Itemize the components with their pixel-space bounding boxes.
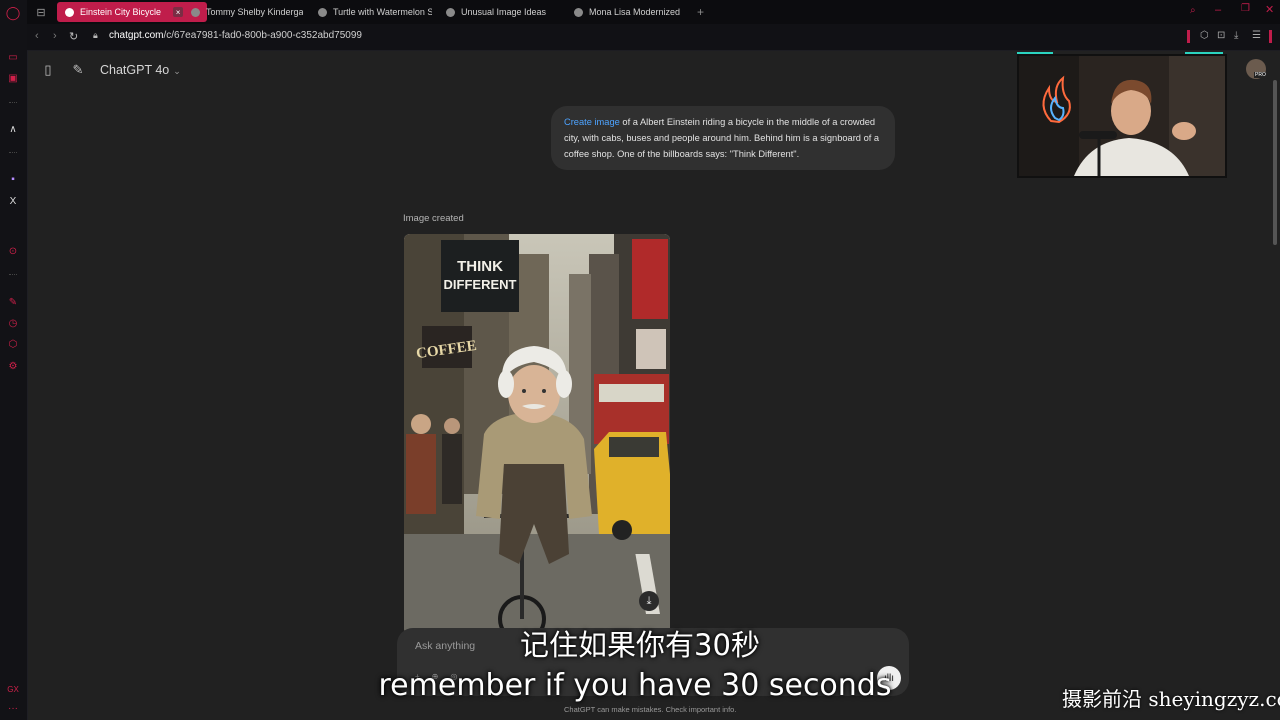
sidebar-divider [9, 152, 17, 155]
url-path: /c/67ea7981-fad0-800b-a900-c352abd75099 [163, 30, 362, 41]
einstein-bicycle-illustration: THINK DIFFERENT COFFEE [404, 234, 670, 634]
download-image-button[interactable]: ⤓ [639, 591, 659, 611]
sidebar-edit-icon[interactable]: ✎ [6, 295, 20, 309]
presenter-video [1019, 56, 1225, 176]
sidebar-more-icon[interactable]: ··· [6, 701, 20, 715]
tab-favicon-icon [574, 7, 583, 17]
tab-island-icon[interactable]: ⊟ [33, 4, 49, 20]
cube-icon[interactable]: ⬡ [1200, 30, 1209, 41]
menu-icon[interactable]: ☰ [1252, 30, 1261, 41]
sidebar-player-icon[interactable]: ⊙ [6, 244, 20, 258]
url-field[interactable]: chatgpt.com/c/67ea7981-fad0-800b-a900-c3… [109, 30, 362, 41]
create-image-link[interactable]: Create image [564, 117, 620, 127]
sidebar-box-icon[interactable]: ⬡ [6, 337, 20, 351]
subtitle-chinese: 记住如果你有30秒 [520, 628, 760, 662]
tab-label: Einstein City Bicycle [80, 7, 162, 17]
extension-indicator [1269, 30, 1272, 43]
tab-unusual-image-ideas[interactable]: Unusual Image Ideas [446, 2, 564, 22]
webcam-overlay [1017, 54, 1227, 178]
tab-favicon-icon [446, 7, 455, 17]
tab-mona-lisa[interactable]: Mona Lisa Modernized [574, 2, 694, 22]
close-icon[interactable]: × [173, 7, 184, 17]
tab-einstein-city-bicycle[interactable]: Einstein City Bicycle × [57, 2, 207, 22]
avatar[interactable]: PRO [1246, 59, 1267, 79]
watermark: 摄影前沿 sheyingzyz.com [1062, 687, 1280, 711]
tab-label: Mona Lisa Modernized [589, 7, 681, 17]
new-chat-icon[interactable]: ✎ [70, 62, 86, 78]
sidebar-history-icon[interactable]: ◷ [6, 316, 20, 330]
sidebar-aria-icon[interactable]: ∧ [6, 122, 20, 136]
close-window-icon[interactable]: ✕ [1265, 3, 1274, 16]
tab-label: Turtle with Watermelon Sl [333, 7, 432, 17]
tab-favicon-icon [191, 7, 200, 17]
tab-tommy-shelby[interactable]: Tommy Shelby Kindergar [191, 2, 303, 22]
disclaimer: ChatGPT can make mistakes. Check importa… [564, 705, 737, 714]
minimize-icon[interactable]: – [1215, 4, 1221, 16]
sidebar-divider [9, 102, 17, 105]
address-bar: ‹ › ↻ 🔒︎ chatgpt.com/c/67ea7981-fad0-800… [27, 24, 1280, 51]
page-scrollbar[interactable] [1273, 80, 1277, 245]
tab-favicon-icon [65, 7, 74, 17]
think-sign-line2: DIFFERENT [444, 277, 517, 292]
chat-header: ▯ ✎ ChatGPT 4o ⌄ [40, 61, 181, 79]
tab-bar: ⊟ Einstein City Bicycle × Tommy Shelby K… [27, 0, 1280, 24]
forward-icon[interactable]: › [53, 30, 57, 42]
extension-indicator [1187, 30, 1190, 43]
url-host: chatgpt.com [109, 30, 164, 41]
sidebar-messenger-icon[interactable]: ▭ [6, 50, 20, 64]
back-icon[interactable]: ‹ [35, 30, 39, 42]
sidebar-divider [9, 274, 17, 277]
download-icon[interactable]: ⤓ [1234, 30, 1238, 41]
tab-label: Unusual Image Ideas [461, 7, 547, 17]
model-selector[interactable]: ChatGPT 4o ⌄ [100, 61, 181, 79]
tab-favicon-icon [318, 7, 327, 17]
sidebar-toggle-icon[interactable]: ▯ [40, 62, 56, 78]
user-message-bubble: Create image of a Albert Einstein riding… [551, 106, 895, 170]
sidebar-inbox-icon[interactable]: ▣ [6, 71, 20, 85]
chevron-down-icon: ⌄ [173, 66, 181, 76]
search-tabs-icon[interactable]: ⌕ [1190, 5, 1196, 16]
generated-image[interactable]: THINK DIFFERENT COFFEE [404, 234, 670, 634]
new-tab-button[interactable]: + [697, 2, 704, 22]
sidebar-settings-icon[interactable]: ⚙ [6, 359, 20, 373]
browser-sidebar: ◯ ▭ ▣ ∧ ▪ X ⊙ ✎ ◷ ⬡ ⚙ GX ··· [0, 0, 28, 720]
tab-label: Tommy Shelby Kindergar [206, 7, 303, 17]
lock-icon: 🔒︎ [93, 30, 98, 40]
tab-turtle-watermelon[interactable]: Turtle with Watermelon Sl [318, 2, 432, 22]
sidebar-twitch-icon[interactable]: ▪ [6, 172, 20, 186]
image-created-label: Image created [403, 213, 464, 224]
maximize-icon[interactable]: ❐ [1241, 3, 1250, 14]
sidebar-x-icon[interactable]: X [6, 194, 20, 208]
model-name: ChatGPT 4o [100, 63, 170, 77]
reload-icon[interactable]: ↻ [69, 30, 78, 43]
think-sign-line1: THINK [457, 258, 503, 275]
opera-logo-icon[interactable]: ◯ [6, 5, 21, 20]
camera-icon[interactable]: ⊡ [1217, 30, 1225, 41]
pro-badge: PRO [1254, 72, 1267, 78]
